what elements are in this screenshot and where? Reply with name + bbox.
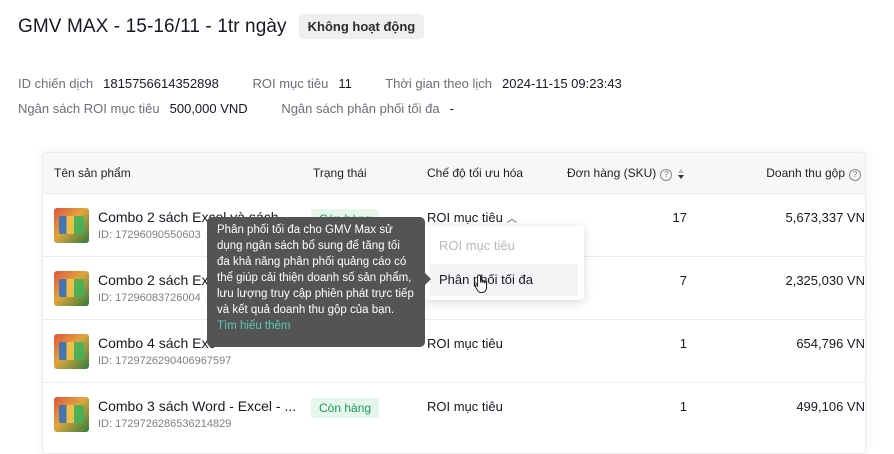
sort-icon[interactable] (678, 169, 685, 179)
optimization-mode-select[interactable]: ROI mục tiêu (427, 399, 503, 414)
schedule-label: Thời gian theo lịch (385, 76, 493, 91)
optimization-mode-dropdown: ROI mục tiêu Phân phối tối đa (424, 226, 584, 300)
product-thumbnail (54, 334, 89, 369)
stock-status-badge: Còn hàng (311, 398, 380, 418)
campaign-id-label: ID chiến dịch (18, 76, 94, 91)
schedule-value: 2024-11-15 09:23:43 (502, 76, 622, 91)
product-thumbnail (54, 208, 89, 243)
product-id: ID: 1729726286536214829 (98, 418, 232, 430)
col-status: Trạng thái (313, 166, 367, 180)
revenue-value: 2,325,030 VN (785, 273, 865, 288)
optimization-mode-select[interactable]: ROI mục tiêu ︿ (427, 210, 517, 225)
option-roi-target: ROI mục tiêu (439, 238, 515, 253)
campaign-id-value: 1815756614352898 (103, 76, 219, 91)
table-row[interactable]: Combo 4 sách Exc ID: 1729726290406967597… (43, 320, 865, 383)
product-id: ID: 17296090550603 (98, 229, 201, 241)
max-distribution-label: Ngân sách phân phối tối đa (281, 101, 440, 116)
orders-value: 17 (672, 210, 687, 225)
table-row[interactable]: Combo 3 sách Word - Excel - ... ID: 1729… (43, 383, 865, 445)
campaign-info-row-1: ID chiến dịch 1815756614352898 ROI mục ti… (18, 76, 652, 91)
learn-more-link[interactable]: Tìm hiểu thêm (217, 320, 291, 332)
orders-value: 7 (679, 273, 687, 288)
product-name[interactable]: Combo 4 sách Exc (98, 335, 216, 351)
revenue-value: 499,106 VN (796, 399, 865, 414)
budget-value: 500,000 VND (169, 101, 248, 116)
orders-value: 1 (679, 399, 687, 414)
roi-target-value: 11 (338, 76, 352, 91)
chevron-up-icon: ︿ (506, 214, 517, 225)
budget-label: Ngân sách ROI mục tiêu (18, 101, 160, 116)
col-optimization-mode: Chế độ tối ưu hóa (427, 166, 524, 180)
help-icon[interactable]: ? (660, 169, 673, 181)
orders-value: 1 (679, 336, 687, 351)
help-icon[interactable]: ? (849, 169, 861, 181)
optimization-mode-select[interactable]: ROI mục tiêu (427, 336, 503, 351)
hand-cursor-icon (474, 274, 488, 293)
tooltip-text: Phân phối tối đa cho GMV Max sử dụng ngâ… (217, 224, 414, 316)
page-header: GMV MAX - 15-16/11 - 1tr ngày Không hoạt… (18, 14, 425, 39)
product-thumbnail (54, 397, 89, 432)
option-max-delivery[interactable]: Phân phối tối đa (430, 264, 578, 296)
roi-target-label: ROI mục tiêu (252, 76, 329, 91)
product-id: ID: 1729726290406967597 (98, 355, 232, 367)
revenue-value: 654,796 VN (796, 336, 865, 351)
status-badge: Không hoạt động (298, 14, 425, 39)
col-product-name: Tên sản phẩm (54, 166, 131, 180)
campaign-info-row-2: Ngân sách ROI mục tiêu 500,000 VND Ngân s… (18, 101, 484, 116)
product-name[interactable]: Combo 2 sách Exc (98, 272, 216, 288)
col-revenue[interactable]: Doanh thu gộp (766, 166, 845, 180)
revenue-value: 5,673,337 VN (785, 210, 865, 225)
col-orders[interactable]: Đơn hàng (SKU) (567, 166, 656, 180)
page-title: GMV MAX - 15-16/11 - 1tr ngày (18, 15, 287, 37)
product-thumbnail (54, 271, 89, 306)
product-name[interactable]: Combo 3 sách Word - Excel - ... (98, 398, 296, 414)
product-table: Tên sản phẩm Trạng thái Chế độ tối ưu hó… (42, 152, 866, 454)
max-distribution-value: - (449, 101, 454, 116)
table-header: Tên sản phẩm Trạng thái Chế độ tối ưu hó… (43, 153, 865, 194)
product-id: ID: 17296083726004 (98, 292, 201, 304)
max-delivery-tooltip: Phân phối tối đa cho GMV Max sử dụng ngâ… (207, 217, 431, 347)
